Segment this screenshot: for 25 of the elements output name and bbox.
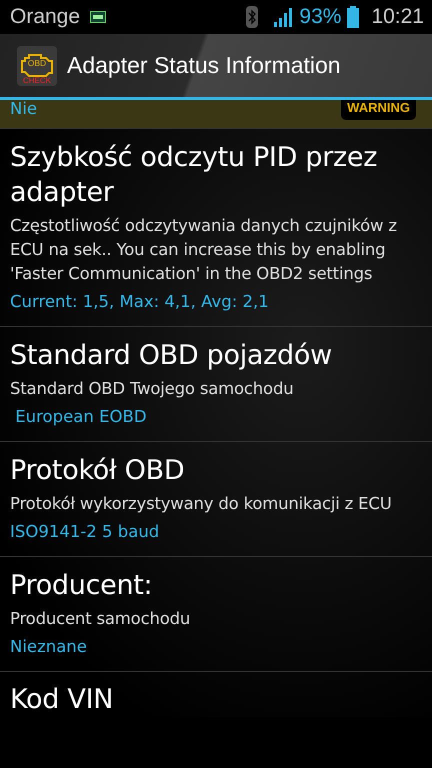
setting-value: ISO9141-2 5 baud <box>10 521 160 543</box>
setting-value: Nieznane <box>10 636 88 658</box>
carrier-name: Orange <box>10 5 80 29</box>
setting-value: European EOBD <box>14 406 148 428</box>
bluetooth-icon <box>246 6 258 28</box>
setting-title: Protokół OBD <box>10 454 186 488</box>
setting-title: Producent: <box>10 569 154 603</box>
engine-icon <box>17 46 57 86</box>
setting-value: Current: 1,5, Max: 4,1, Avg: 2,1 <box>10 291 270 313</box>
obd-notification-icon <box>90 11 106 23</box>
setting-description: Producent samochodu <box>10 608 192 630</box>
setting-description: Standard OBD Twojego samochodu <box>10 378 294 400</box>
setting-description: Częstotliwość odczytywania danych czujników z ECU na sek.. You can increase this by enabling 'Faster Communication' in the OBD2 settings <box>10 215 398 285</box>
setting-value: Nie <box>10 98 38 120</box>
warning-badge: WARNING <box>341 100 416 120</box>
screen-title: Adapter Status Information <box>67 52 341 79</box>
battery-icon <box>347 6 360 28</box>
logo-text: CHECK <box>22 76 52 84</box>
setting-title: Standard OBD pojazdów <box>10 339 333 373</box>
setting-title: Szybkość odczytu PID przez adapter <box>10 141 378 210</box>
clock-time: 10:21 <box>371 5 424 29</box>
setting-description: Protokół wykorzystywany do komunikacji z ECU <box>10 493 393 515</box>
setting-title: Kod VIN <box>10 683 114 717</box>
battery-percentage: 93% <box>299 5 342 29</box>
logo-text: OBD <box>26 58 48 68</box>
